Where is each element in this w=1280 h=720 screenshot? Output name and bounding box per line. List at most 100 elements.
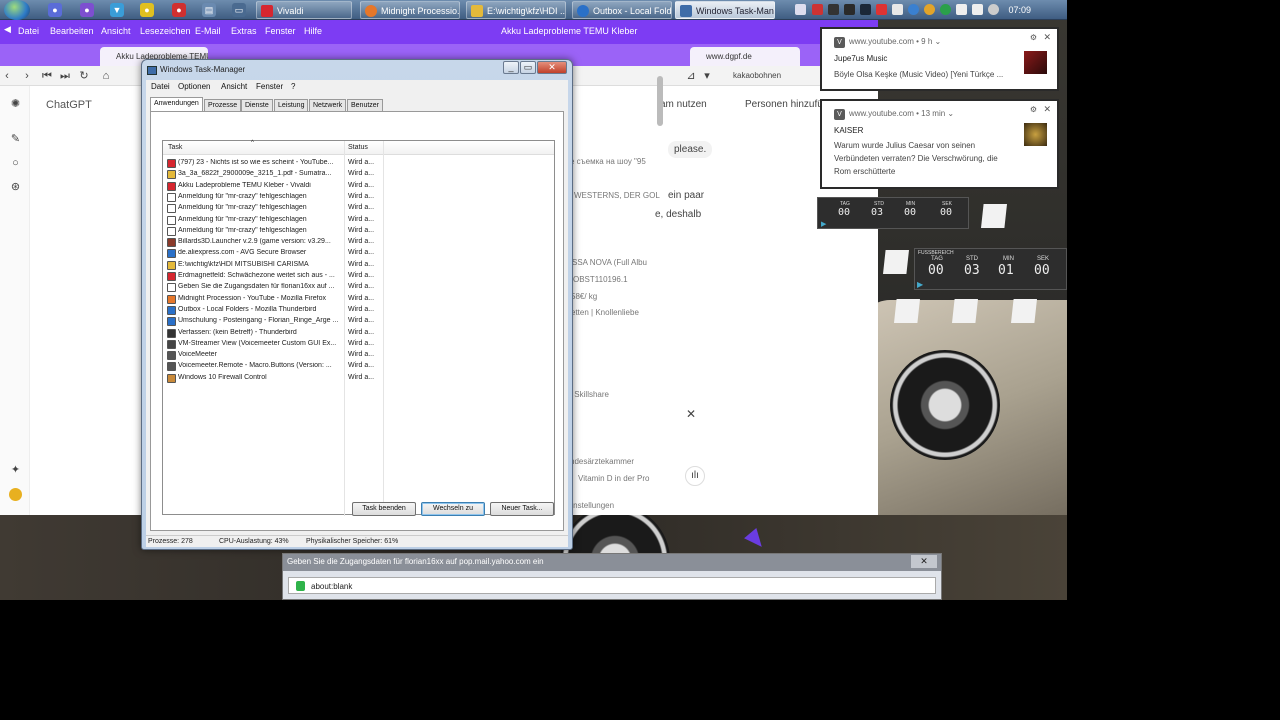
- desktop-file-icon[interactable]: [981, 204, 1007, 228]
- tray-app-icon[interactable]: [956, 4, 967, 15]
- menu-extras[interactable]: Extras: [231, 26, 257, 36]
- compose-icon[interactable]: ✎: [9, 133, 22, 146]
- task-row[interactable]: Anmeldung für "mr-crazy" fehlgeschlagen W…: [167, 226, 547, 237]
- sparkle-icon[interactable]: ✦: [9, 464, 22, 477]
- task-row[interactable]: Anmeldung für "mr-crazy" fehlgeschlagen W…: [167, 215, 547, 226]
- close-icon[interactable]: ✕: [686, 407, 696, 421]
- desktop-file-icon[interactable]: [883, 250, 909, 274]
- close-icon[interactable]: ✕: [1043, 32, 1051, 43]
- task-row[interactable]: Geben Sie die Zugangsdaten für florian16…: [167, 282, 547, 293]
- fastforward-icon[interactable]: ⏭: [58, 69, 72, 83]
- taskbar-task-taskmanager[interactable]: Windows Task-Man...: [675, 1, 775, 19]
- app-title[interactable]: ChatGPT: [46, 99, 92, 111]
- countdown-widget-small[interactable]: TAG STD MIN SEK 00 03 00 00 ▶: [817, 197, 969, 229]
- pinned-app-icon[interactable]: ▤: [202, 3, 216, 17]
- task-row[interactable]: VM-Streamer View (Voicemeeter Custom GUI…: [167, 339, 547, 350]
- prompt-url-bar[interactable]: about:blank: [288, 577, 936, 594]
- menu-lesezeichen[interactable]: Lesezeichen: [140, 26, 191, 36]
- close-icon[interactable]: ✕: [1043, 104, 1051, 115]
- voice-icon[interactable]: ılı: [685, 466, 705, 486]
- countdown-widget[interactable]: FUSSBEREICH TAG STD MIN SEK 00 03 01 00 …: [914, 248, 1067, 290]
- tab-leistung[interactable]: Leistung: [274, 99, 309, 111]
- menu-bearbeiten[interactable]: Bearbeiten: [50, 26, 94, 36]
- gear-icon[interactable]: ⚙: [1030, 105, 1037, 114]
- scrollbar[interactable]: [657, 76, 663, 126]
- task-row[interactable]: Windows 10 Firewall Control Wird a...: [167, 373, 547, 384]
- gear-icon[interactable]: ⚙: [1030, 33, 1037, 42]
- column-task[interactable]: Task: [168, 144, 182, 151]
- task-row[interactable]: Akku Ladeprobleme TEMU Kleber - Vivaldi W…: [167, 181, 547, 192]
- maximize-button[interactable]: ▭: [520, 61, 536, 74]
- menu-help[interactable]: ?: [291, 82, 295, 91]
- new-task-button[interactable]: Neuer Task...: [490, 502, 554, 516]
- taskbar-task-thunderbird[interactable]: Outbox - Local Fold...: [572, 1, 672, 19]
- task-row[interactable]: Outbox - Local Folders - Mozilla Thunder…: [167, 305, 547, 316]
- task-row[interactable]: (797) 23 - Nichts ist so wie es scheint …: [167, 158, 547, 169]
- desktop-file-icon[interactable]: [894, 299, 920, 323]
- tab-dienste[interactable]: Dienste: [241, 99, 273, 111]
- tab-anwendungen[interactable]: Anwendungen: [150, 97, 203, 111]
- play-icon[interactable]: ▶: [917, 280, 923, 289]
- tray-app-icon[interactable]: [972, 4, 983, 15]
- task-row[interactable]: Anmeldung für "mr-crazy" fehlgeschlagen W…: [167, 192, 547, 203]
- chrome-icon[interactable]: [924, 4, 935, 15]
- notification-2[interactable]: V www.youtube.com • 13 min ⌄ ⚙ ✕ KAISER …: [820, 99, 1059, 189]
- menu-fenster[interactable]: Fenster: [265, 26, 296, 36]
- bookmark-icon[interactable]: ⊿: [684, 69, 698, 83]
- pinned-app-icon[interactable]: ●: [172, 3, 186, 17]
- desktop-file-icon[interactable]: [952, 299, 978, 323]
- menu-datei[interactable]: Datei: [151, 82, 170, 91]
- openai-icon[interactable]: ✺: [9, 98, 22, 111]
- notification-1[interactable]: V www.youtube.com • 9 h ⌄ ⚙ ✕ Jupe7us Mu…: [820, 27, 1059, 91]
- vivaldi-menu-icon[interactable]: ◀: [4, 24, 14, 38]
- menu-hilfe[interactable]: Hilfe: [304, 26, 322, 36]
- task-row[interactable]: Billards3D.Launcher v.2.9 (game version:…: [167, 237, 547, 248]
- pinned-app-icon[interactable]: ●: [48, 3, 62, 17]
- add-people-button[interactable]: Personen hinzufü: [745, 99, 823, 110]
- reload-icon[interactable]: ↻: [77, 69, 91, 83]
- tray-expand-icon[interactable]: [795, 4, 806, 15]
- steam-icon[interactable]: [860, 4, 871, 15]
- volume-mute-icon[interactable]: [812, 4, 823, 15]
- explore-icon[interactable]: ⊛: [9, 181, 22, 194]
- rewind-icon[interactable]: ⏮: [40, 69, 54, 83]
- tray-app-icon[interactable]: [876, 4, 887, 15]
- switch-to-button[interactable]: Wechseln zu: [421, 502, 485, 516]
- taskbar-task-firefox[interactable]: Midnight Processio...: [360, 1, 460, 19]
- network-icon[interactable]: [908, 4, 919, 15]
- task-row[interactable]: Midnight Procession - YouTube - Mozilla …: [167, 294, 547, 305]
- menu-datei[interactable]: Datei: [18, 26, 39, 36]
- search-icon[interactable]: ○: [9, 157, 22, 170]
- column-status[interactable]: Status: [348, 144, 368, 151]
- play-icon[interactable]: ▶: [821, 220, 826, 228]
- tab-benutzer[interactable]: Benutzer: [347, 99, 384, 111]
- back-icon[interactable]: ‹: [0, 69, 14, 83]
- task-list[interactable]: Task ^ Status (797) 23 - Nichts ist so w…: [162, 140, 555, 516]
- menu-optionen[interactable]: Optionen: [178, 82, 210, 91]
- menu-email[interactable]: E-Mail: [195, 26, 221, 36]
- pinned-app-icon[interactable]: ●: [140, 3, 154, 17]
- end-task-button[interactable]: Task beenden: [352, 502, 416, 516]
- task-row[interactable]: Anmeldung für "mr-crazy" fehlgeschlagen W…: [167, 203, 547, 214]
- taskbar-task-explorer[interactable]: E:\wichtig\kfz\HDI ...: [466, 1, 566, 19]
- task-row[interactable]: Umschulung - Posteingang - Florian_Ringe…: [167, 316, 547, 327]
- tab-prozesse[interactable]: Prozesse: [204, 99, 242, 111]
- avatar[interactable]: [9, 488, 22, 501]
- minimize-button[interactable]: _: [503, 61, 519, 74]
- tray-app-icon[interactable]: [828, 4, 839, 15]
- taskbar-clock[interactable]: 07:09: [1008, 0, 1031, 20]
- pinned-app-icon[interactable]: ▼: [110, 3, 124, 17]
- task-row[interactable]: Verfassen: (kein Betreff) - Thunderbird W…: [167, 328, 547, 339]
- close-button[interactable]: ✕: [537, 61, 567, 74]
- task-row[interactable]: E:\wichtig\kfz\HDI MITSUBISHI CARISMA Wir…: [167, 260, 547, 271]
- task-row[interactable]: Voicemeeter.Remote - Macro.Buttons (Vers…: [167, 361, 547, 372]
- menu-ansicht[interactable]: Ansicht: [221, 82, 247, 91]
- pinned-app-icon[interactable]: ▭: [232, 3, 246, 17]
- dropdown-icon[interactable]: ▾: [700, 69, 714, 83]
- desktop-file-icon[interactable]: [1011, 299, 1037, 323]
- page-text[interactable]: Einstellungen: [566, 501, 614, 510]
- close-button[interactable]: ✕: [911, 555, 937, 568]
- start-button[interactable]: [4, 0, 30, 20]
- task-row[interactable]: de.aliexpress.com - AVG Secure Browser Wi…: [167, 248, 547, 259]
- forward-icon[interactable]: ›: [20, 69, 34, 83]
